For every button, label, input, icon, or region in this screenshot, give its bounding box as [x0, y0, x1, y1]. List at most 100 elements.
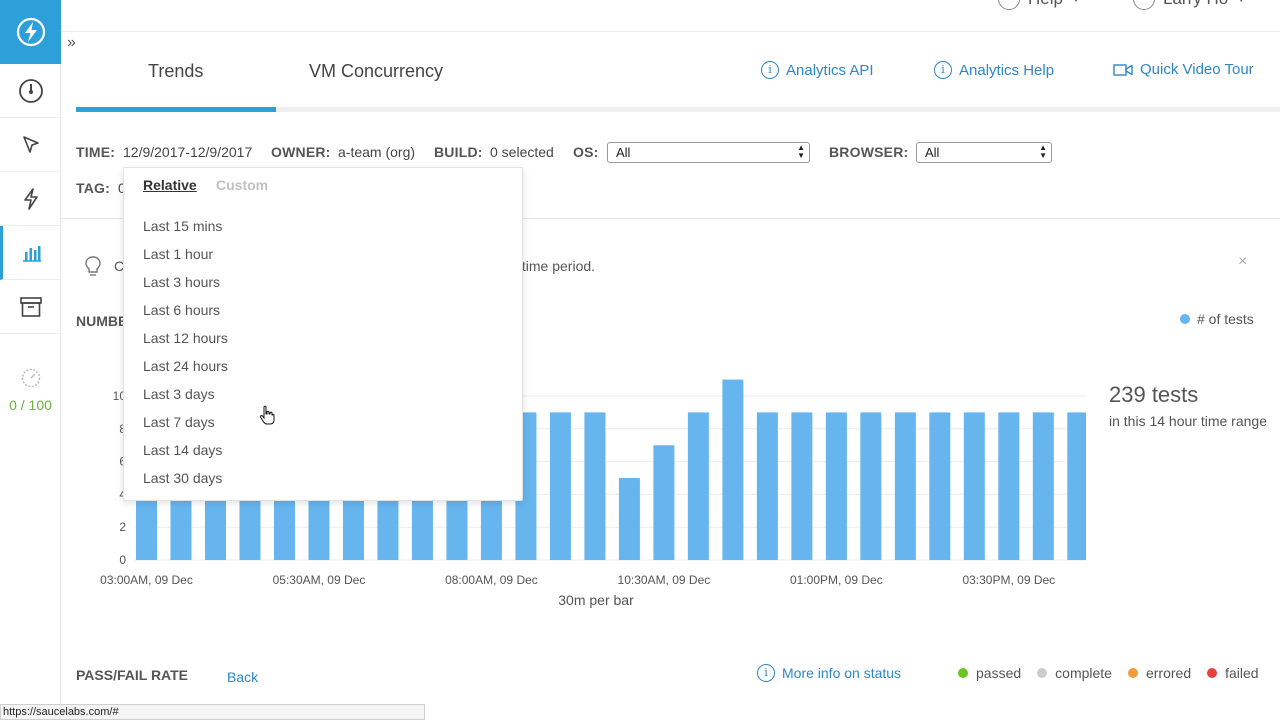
chart-bar[interactable] — [791, 412, 813, 560]
chart-legend: # of tests — [1180, 311, 1254, 327]
chart-bar[interactable] — [722, 379, 744, 560]
legend-label: # of tests — [1197, 311, 1254, 327]
browser-select[interactable]: All ▲ ▼ — [916, 142, 1052, 163]
legend-passed: passed — [958, 665, 1021, 681]
dropdown-tab-custom[interactable]: Custom — [216, 177, 268, 193]
chart-bar[interactable] — [929, 412, 951, 560]
x-tick-label: 08:00AM, 09 Dec — [445, 573, 538, 587]
owner-filter-value[interactable]: a-team (org) — [338, 144, 415, 160]
nav-analytics[interactable] — [0, 226, 61, 280]
concurrency-indicator[interactable]: 0 / 100 — [0, 366, 61, 413]
chart-bar[interactable] — [549, 412, 571, 560]
tab-trends[interactable]: Trends — [148, 61, 203, 82]
x-tick-label: 01:00PM, 09 Dec — [790, 573, 883, 587]
analytics-api-link[interactable]: i Analytics API — [761, 61, 874, 79]
hand-cursor-icon — [259, 405, 275, 425]
help-menu[interactable]: Help ▼ — [998, 0, 1081, 10]
nav-manual-tests[interactable] — [0, 118, 61, 172]
nav-archives[interactable] — [0, 280, 61, 334]
chart-bar[interactable] — [998, 412, 1020, 560]
analytics-api-label: Analytics API — [786, 61, 874, 79]
close-tip-icon[interactable]: × — [1238, 253, 1247, 271]
failed-swatch — [1207, 668, 1218, 678]
dropdown-tab-relative[interactable]: Relative — [143, 177, 197, 193]
x-tick-label: 03:00AM, 09 Dec — [100, 573, 193, 587]
chart-bar[interactable] — [1032, 412, 1054, 560]
time-option[interactable]: Last 1 hour — [143, 246, 228, 274]
tab-vm-concurrency[interactable]: VM Concurrency — [309, 61, 443, 82]
expand-sidebar-icon[interactable]: » — [67, 34, 76, 52]
active-tab-indicator — [76, 107, 276, 112]
x-axis-label: 30m per bar — [558, 592, 634, 608]
analytics-app: 0 / 100 Help ▼ Larry Ho ▼ » Trends VM Co… — [0, 0, 1280, 720]
chart-bar[interactable] — [756, 412, 778, 560]
video-camera-icon — [1113, 63, 1133, 76]
archive-icon — [19, 296, 42, 317]
x-tick-label: 03:30PM, 09 Dec — [962, 573, 1055, 587]
summary-range: in this 14 hour time range — [1109, 413, 1267, 429]
user-menu[interactable]: Larry Ho ▼ — [1133, 0, 1246, 10]
info-icon: i — [761, 61, 779, 79]
legend-complete: complete — [1037, 665, 1112, 681]
chart-bar[interactable] — [653, 445, 675, 560]
time-range-dropdown: Relative Custom Last 15 mins Last 1 hour L… — [123, 167, 523, 501]
time-option[interactable]: Last 7 days — [143, 414, 228, 442]
sauce-logo[interactable] — [0, 0, 61, 64]
concurrency-value: 0 / 100 — [9, 397, 52, 413]
time-option[interactable]: Last 15 mins — [143, 218, 228, 246]
owner-filter-label: OWNER: — [271, 144, 331, 160]
time-option[interactable]: Last 12 hours — [143, 330, 228, 358]
back-link[interactable]: Back — [227, 669, 258, 685]
time-option[interactable]: Last 6 hours — [143, 302, 228, 330]
complete-label: complete — [1055, 665, 1112, 681]
chart-bar[interactable] — [584, 412, 606, 560]
chart-bar[interactable] — [894, 412, 916, 560]
chart-bar[interactable] — [825, 412, 847, 560]
os-filter-label: OS: — [573, 144, 599, 160]
chart-bar[interactable] — [860, 412, 882, 560]
chevron-down-icon: ▼ — [1071, 0, 1081, 5]
time-option[interactable]: Last 14 days — [143, 442, 228, 470]
info-icon: i — [934, 61, 952, 79]
errored-label: errored — [1145, 665, 1192, 681]
user-avatar-icon — [1133, 0, 1155, 10]
legend-failed: failed — [1207, 665, 1259, 681]
nav-dashboard[interactable] — [0, 64, 61, 118]
chart-bar[interactable] — [687, 412, 709, 560]
browser-select-value: All — [925, 145, 940, 160]
analytics-help-label: Analytics Help — [959, 61, 1055, 79]
quick-video-tour-link[interactable]: Quick Video Tour — [1113, 61, 1254, 78]
analytics-bar-chart-icon — [23, 245, 41, 262]
browser-filter-label: BROWSER: — [829, 144, 909, 160]
time-option[interactable]: Last 3 hours — [143, 274, 228, 302]
browser-status-url: https://saucelabs.com/# — [0, 704, 425, 720]
speedometer-icon — [21, 368, 40, 388]
time-option[interactable]: Last 24 hours — [143, 358, 228, 386]
time-filter-value[interactable]: 12/9/2017-12/9/2017 — [123, 144, 252, 160]
x-tick-label: 05:30AM, 09 Dec — [273, 573, 366, 587]
build-filter-value[interactable]: 0 selected — [490, 144, 554, 160]
select-arrows-icon: ▲ ▼ — [797, 143, 805, 160]
chart-bar[interactable] — [618, 478, 640, 560]
time-option[interactable]: Last 30 days — [143, 470, 228, 498]
legend-swatch — [1180, 314, 1190, 324]
more-info-status-link[interactable]: i More info on status — [757, 664, 901, 682]
os-select-value: All — [616, 145, 631, 160]
top-divider — [61, 31, 1280, 32]
select-arrows-icon: ▲ ▼ — [1039, 143, 1047, 160]
status-legend: passed complete errored failed — [958, 665, 1259, 681]
chart-bar[interactable] — [1067, 412, 1086, 560]
help-label: Help — [1028, 0, 1063, 9]
time-option[interactable]: Last 3 days — [143, 386, 228, 414]
nav-automated-tests[interactable] — [0, 172, 61, 226]
os-select[interactable]: All ▲ ▼ — [607, 142, 810, 163]
y-tick-label: 2 — [119, 520, 126, 534]
chart-title: NUMBE — [76, 313, 128, 329]
analytics-help-link[interactable]: i Analytics Help — [934, 61, 1054, 79]
help-circle-icon — [998, 0, 1020, 10]
legend-errored: errored — [1127, 665, 1192, 681]
chart-bar[interactable] — [963, 412, 985, 560]
user-name: Larry Ho — [1163, 0, 1228, 9]
time-options-list: Last 15 mins Last 1 hour Last 3 hours Last … — [143, 218, 228, 498]
passed-swatch — [958, 668, 968, 678]
